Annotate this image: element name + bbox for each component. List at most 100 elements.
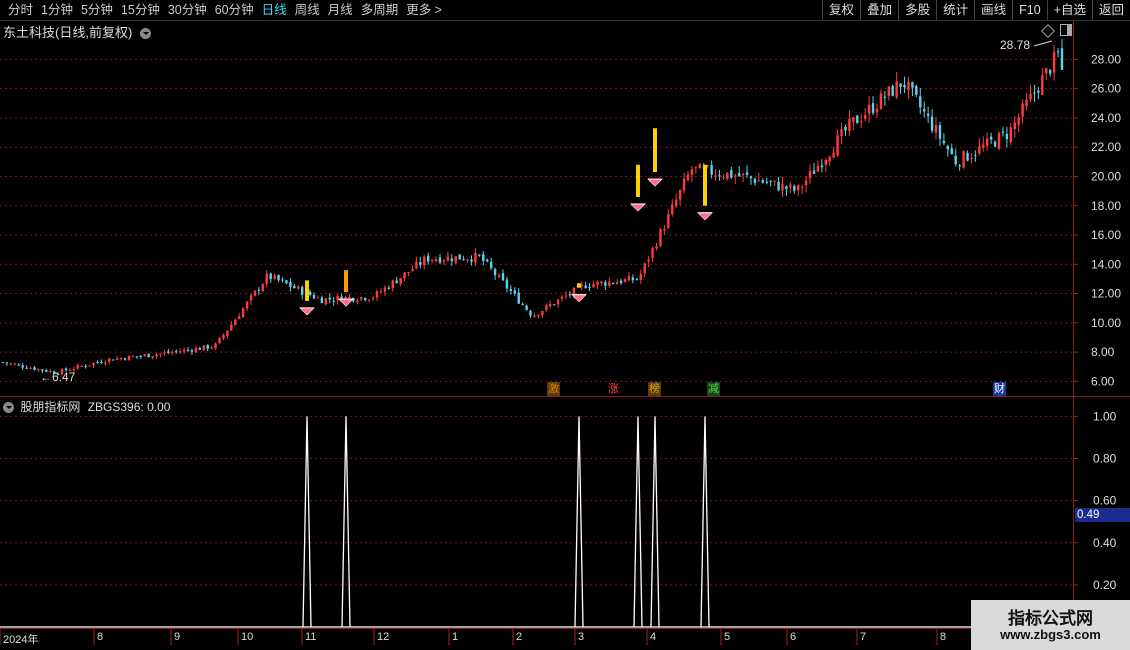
signal-bar — [577, 283, 581, 288]
candle-body — [690, 169, 694, 176]
candle-body — [482, 254, 485, 262]
indicator-y-tick-label: 0.40 — [1093, 536, 1117, 550]
candle-body — [1056, 51, 1060, 53]
candle-body — [1052, 51, 1056, 73]
candle-body — [737, 173, 741, 177]
candle-body — [470, 259, 473, 262]
candle-body — [860, 121, 863, 123]
candle-body — [367, 299, 371, 301]
candle-body — [671, 204, 674, 214]
indicator-dropdown-icon[interactable] — [3, 402, 14, 414]
candle-body — [793, 185, 796, 191]
candle-body — [875, 108, 879, 113]
candle-body — [442, 260, 446, 262]
candle-body — [375, 291, 379, 298]
candle-body — [214, 343, 217, 349]
candle-body — [407, 271, 410, 273]
candle-body — [592, 284, 595, 288]
candle-body — [462, 259, 465, 261]
candle-body — [608, 281, 611, 286]
event-marker[interactable]: 减 — [707, 382, 720, 396]
indicator-spike — [574, 416, 584, 628]
candle-body — [785, 186, 788, 189]
candle-body — [119, 358, 123, 360]
candle-body — [797, 185, 800, 191]
candle-body — [942, 140, 946, 144]
candle-body — [852, 117, 855, 122]
x-axis-label: 10 — [241, 631, 254, 643]
x-axis-label: 6 — [790, 631, 797, 643]
candle-body — [1033, 92, 1036, 94]
candle-body — [308, 291, 312, 296]
candle-body — [686, 174, 690, 181]
candle-body — [135, 356, 139, 358]
signal-bar — [703, 164, 707, 206]
candle-body — [411, 269, 414, 272]
candle-body — [403, 272, 406, 279]
candle-body — [1037, 90, 1040, 93]
candle-body — [151, 356, 154, 358]
candle-body — [222, 334, 225, 339]
candle-body — [521, 303, 524, 305]
candle-body — [820, 165, 824, 168]
candle-body — [245, 301, 249, 309]
candle-body — [643, 263, 646, 274]
indicator-current-value-text: 0.49 — [1077, 509, 1100, 521]
y-tick-label: 10.00 — [1091, 316, 1121, 330]
candle-body — [84, 366, 87, 368]
candle-body — [560, 296, 564, 299]
candle-body — [615, 282, 619, 285]
candle-body — [253, 290, 257, 296]
candle-body — [682, 178, 686, 191]
candle-body — [604, 282, 607, 286]
candle-body — [395, 280, 398, 284]
candle-body — [446, 256, 450, 261]
candle-body — [537, 315, 540, 317]
indicator-title[interactable]: 股朋指标网 ZBGS396: 0.00 — [3, 398, 170, 415]
candle-body — [840, 129, 843, 137]
candle-body — [1013, 122, 1016, 130]
candle-body — [533, 315, 536, 317]
candle-body — [297, 286, 300, 289]
candle-body — [993, 141, 997, 147]
candle-body — [261, 284, 265, 292]
candle-body — [182, 349, 186, 352]
event-marker[interactable]: 财 — [993, 382, 1006, 396]
candle-body — [1048, 69, 1052, 74]
candle-body — [438, 257, 442, 263]
candle-body — [139, 355, 142, 357]
panel-toggle-icon[interactable] — [1060, 24, 1072, 36]
candle-body — [423, 256, 426, 266]
candle-body — [919, 96, 922, 108]
event-marker[interactable]: 榜 — [648, 382, 661, 396]
candle-body — [143, 354, 146, 356]
candle-body — [25, 367, 28, 369]
event-marker[interactable]: 激 — [547, 382, 560, 396]
candle-body — [426, 255, 430, 262]
candle-body — [147, 353, 150, 358]
candle-body — [21, 365, 24, 368]
candle-body — [722, 177, 725, 179]
candle-body — [915, 85, 918, 95]
y-tick-label: 22.00 — [1091, 140, 1121, 154]
candle-body — [986, 138, 989, 146]
candle-body — [789, 184, 792, 188]
price-chart[interactable]: 6.008.0010.0012.0014.0016.0018.0020.0022… — [0, 0, 1130, 650]
candle-body — [694, 166, 698, 168]
candle-body — [958, 165, 961, 167]
candle-body — [911, 81, 914, 88]
candle-body — [631, 277, 635, 281]
candle-body — [88, 365, 91, 367]
indicator-y-tick-label: 0.60 — [1093, 494, 1117, 508]
y-tick-label: 14.00 — [1091, 257, 1121, 271]
candle-body — [13, 363, 17, 365]
candle-body — [962, 151, 965, 168]
candle-body — [627, 276, 631, 281]
event-marker[interactable]: 涨 — [607, 382, 620, 396]
candle-body — [812, 170, 816, 174]
candle-body — [541, 311, 544, 316]
candle-body — [131, 356, 135, 358]
candle-body — [249, 295, 253, 301]
candle-body — [1041, 75, 1044, 96]
y-tick-label: 18.00 — [1091, 199, 1121, 213]
